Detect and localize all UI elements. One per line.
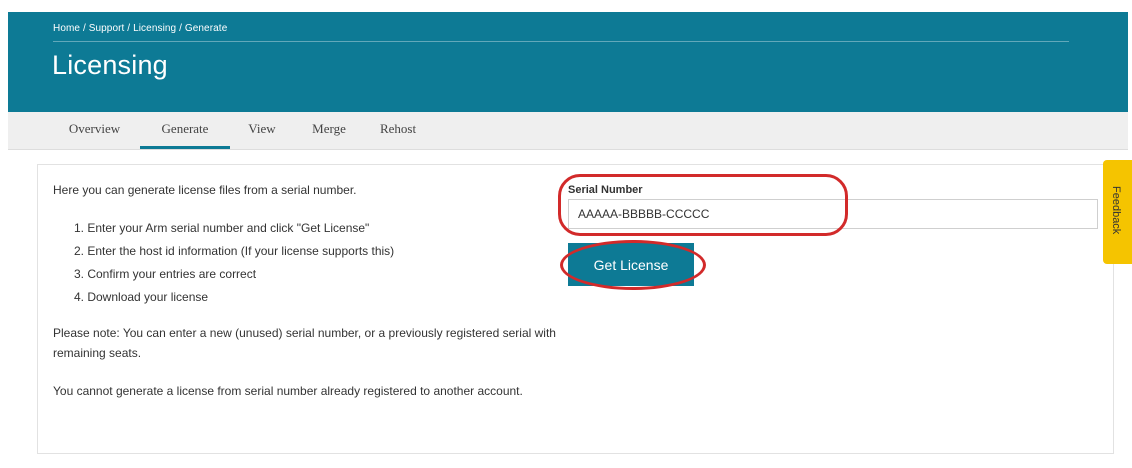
tab-bar: Overview Generate View Merge Rehost bbox=[8, 112, 1128, 150]
tab-overview[interactable]: Overview bbox=[62, 112, 127, 149]
serial-number-input[interactable] bbox=[568, 199, 1098, 229]
note-registered-serial: You cannot generate a license from seria… bbox=[53, 384, 523, 398]
page-title: Licensing bbox=[52, 50, 168, 80]
list-item: 3. Confirm your entries are correct bbox=[74, 267, 257, 281]
header-divider bbox=[53, 41, 1069, 42]
intro-text: Here you can generate license files from… bbox=[53, 183, 357, 197]
breadcrumb[interactable]: Home / Support / Licensing / Generate bbox=[53, 23, 227, 34]
feedback-label: Feedback bbox=[1110, 186, 1122, 235]
list-item: 2. Enter the host id information (If you… bbox=[74, 244, 395, 258]
serial-number-label: Serial Number bbox=[568, 184, 643, 196]
list-item: 4. Download your license bbox=[74, 290, 209, 304]
tab-view[interactable]: View bbox=[240, 112, 284, 149]
steps-list: 1. Enter your Arm serial number and clic… bbox=[74, 220, 394, 312]
tab-rehost[interactable]: Rehost bbox=[369, 112, 427, 149]
tab-merge[interactable]: Merge bbox=[305, 112, 353, 149]
get-license-button[interactable]: Get License bbox=[568, 243, 694, 286]
feedback-tab[interactable]: Feedback bbox=[1103, 160, 1132, 264]
note-unused-serial: Please note: You can enter a new (unused… bbox=[53, 326, 556, 360]
list-item: 1. Enter your Arm serial number and clic… bbox=[74, 221, 370, 235]
tab-generate[interactable]: Generate bbox=[140, 112, 230, 149]
